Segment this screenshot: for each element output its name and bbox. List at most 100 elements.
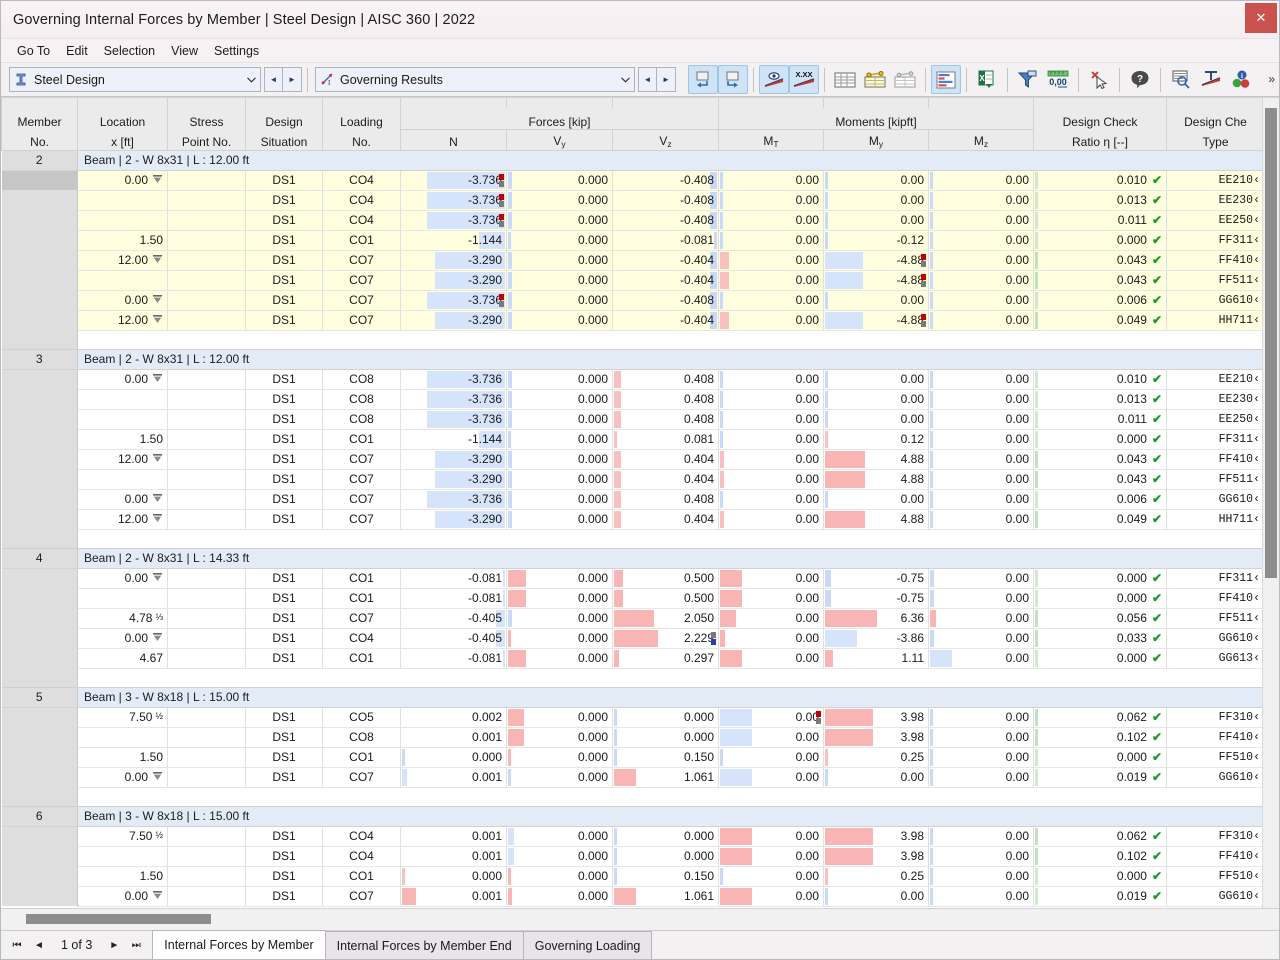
member-no-gutter[interactable] <box>1 270 78 290</box>
cell-my[interactable]: 0.00 <box>823 190 929 211</box>
cell-stress-point[interactable] <box>167 866 246 887</box>
cell-n[interactable]: -0.081 <box>400 648 507 669</box>
member-no[interactable]: 2 <box>1 149 78 171</box>
cell-vy[interactable]: 0.000 <box>506 509 613 530</box>
table-plain-icon[interactable] <box>890 65 920 94</box>
cell-design-check-type[interactable]: GG610‹ <box>1166 767 1265 788</box>
cell-mt[interactable]: 0.00 <box>718 608 824 629</box>
bar-chart-icon[interactable] <box>931 65 961 94</box>
cell-design-check-ratio[interactable]: 0.049 ✔ <box>1033 509 1167 530</box>
cell-design-situation[interactable]: DS1 <box>245 608 323 629</box>
cell-location[interactable]: 0.00 <box>77 767 168 788</box>
cell-location[interactable] <box>77 409 168 430</box>
cell-design-check-ratio[interactable]: 0.000 ✔ <box>1033 230 1167 251</box>
cell-mz[interactable]: 0.00 <box>928 628 1034 649</box>
cell-n[interactable]: -3.290 <box>400 270 507 291</box>
cell-mz[interactable]: 0.00 <box>928 190 1034 211</box>
cell-vy[interactable]: 0.000 <box>506 170 613 191</box>
cell-vz[interactable]: 1.061 <box>612 886 719 907</box>
cell-my[interactable]: 0.00 <box>823 389 929 410</box>
cell-stress-point[interactable] <box>167 826 246 847</box>
cell-loading-no[interactable]: CO4 <box>322 628 401 649</box>
cell-design-check-type[interactable]: FF511‹ <box>1166 469 1265 490</box>
cell-design-check-type[interactable]: FF410‹ <box>1166 846 1265 867</box>
cell-n[interactable]: -0.405 <box>400 608 507 629</box>
member-no-gutter[interactable] <box>1 866 78 886</box>
close-icon[interactable]: ✕ <box>1245 3 1277 33</box>
cell-vy[interactable]: 0.000 <box>506 747 613 768</box>
results-next-button[interactable]: ► <box>657 67 676 92</box>
cell-n[interactable]: -3.736 <box>400 389 507 410</box>
cell-vz[interactable]: -0.408 <box>612 190 719 211</box>
cell-location[interactable]: 7.50 ½ <box>77 826 168 847</box>
cell-vy[interactable]: 0.000 <box>506 886 613 907</box>
cell-mt[interactable]: 0.00 <box>718 449 824 470</box>
cell-my[interactable]: 0.00 <box>823 210 929 231</box>
member-no-gutter[interactable] <box>1 449 78 469</box>
cell-vz[interactable]: -0.408 <box>612 290 719 311</box>
cell-design-check-ratio[interactable]: 0.000 ✔ <box>1033 866 1167 887</box>
undo-arrow-icon[interactable] <box>688 65 718 94</box>
cell-location[interactable] <box>77 389 168 410</box>
cell-location[interactable]: 0.00 <box>77 568 168 589</box>
cell-loading-no[interactable]: CO1 <box>322 429 401 450</box>
cell-my[interactable]: 1.11 <box>823 648 929 669</box>
cell-vz[interactable]: 0.404 <box>612 449 719 470</box>
table-row[interactable]: 0.00 DS1 CO7 -3.736 0.000 -0.408 0.00 0.00 0.00 0… <box>1 290 1265 311</box>
cell-design-check-type[interactable]: EE250‹ <box>1166 409 1265 430</box>
menu-item-view[interactable]: View <box>163 42 206 60</box>
cell-stress-point[interactable] <box>167 250 246 271</box>
cell-design-check-type[interactable]: FF311‹ <box>1166 429 1265 450</box>
cell-my[interactable]: -0.75 <box>823 588 929 609</box>
cell-design-check-type[interactable]: GG610‹ <box>1166 290 1265 311</box>
cell-location[interactable]: 12.00 <box>77 449 168 470</box>
cell-n[interactable]: 0.001 <box>400 727 507 748</box>
member-no-gutter[interactable] <box>1 727 78 747</box>
cell-design-check-type[interactable]: FF410‹ <box>1166 449 1265 470</box>
toolbar-overflow-button[interactable]: » <box>1268 72 1275 86</box>
cell-mt[interactable]: 0.00 <box>718 190 824 211</box>
delete-selection-icon[interactable] <box>1084 65 1114 94</box>
decimal-places-icon[interactable]: X.XX <box>789 65 819 94</box>
table-row[interactable]: 4.78 ⅓ DS1 CO7 -0.405 0.000 2.050 0.00 6.36 0.00 0… <box>1 608 1265 629</box>
member-no-gutter[interactable] <box>1 170 78 190</box>
cell-vz[interactable]: 0.150 <box>612 747 719 768</box>
cell-stress-point[interactable] <box>167 628 246 649</box>
member-no-gutter[interactable] <box>1 429 78 449</box>
cell-vy[interactable]: 0.000 <box>506 727 613 748</box>
cell-mz[interactable]: 0.00 <box>928 866 1034 887</box>
cell-vz[interactable]: -0.404 <box>612 270 719 291</box>
cell-design-situation[interactable]: DS1 <box>245 866 323 887</box>
cell-design-check-type[interactable]: EE210‹ <box>1166 170 1265 191</box>
cell-vy[interactable]: 0.000 <box>506 648 613 669</box>
cell-location[interactable]: 12.00 <box>77 509 168 530</box>
cell-mt[interactable]: 0.00 <box>718 886 824 907</box>
member-no[interactable]: 6 <box>1 805 78 827</box>
cell-n[interactable]: 0.000 <box>400 747 507 768</box>
cell-design-check-type[interactable]: FF410‹ <box>1166 727 1265 748</box>
cell-mz[interactable]: 0.00 <box>928 826 1034 847</box>
member-group-header[interactable]: 5 Beam | 3 - W 8x18 | L : 15.00 ft <box>1 686 1265 708</box>
column-header-location[interactable]: x [ft] <box>77 129 168 151</box>
table-row[interactable]: 0.00 DS1 CO8 -3.736 0.000 0.408 0.00 0.00 0.00 0.… <box>1 369 1265 390</box>
cell-vy[interactable]: 0.000 <box>506 489 613 510</box>
table-row[interactable]: 0.00 DS1 CO7 0.001 0.000 1.061 0.00 0.00 0.00 0.0… <box>1 767 1265 788</box>
cell-mt[interactable]: 0.00 <box>718 747 824 768</box>
table-row[interactable]: 1.50 DS1 CO1 0.000 0.000 0.150 0.00 0.25 0.00 0.0… <box>1 747 1265 768</box>
cell-n[interactable]: 0.001 <box>400 826 507 847</box>
cell-design-situation[interactable]: DS1 <box>245 230 323 251</box>
chevron-down-icon[interactable] <box>242 75 260 85</box>
member-no-gutter[interactable] <box>1 747 78 767</box>
member-no[interactable]: 5 <box>1 686 78 708</box>
cell-design-check-ratio[interactable]: 0.049 ✔ <box>1033 310 1167 331</box>
cell-n[interactable]: -3.736 <box>400 290 507 311</box>
cell-vz[interactable]: -0.081 <box>612 230 719 251</box>
table-row[interactable]: 1.50 DS1 CO1 -1.144 0.000 0.081 0.00 0.12 0.00 0.… <box>1 429 1265 450</box>
cell-mt[interactable]: 0.00 <box>718 846 824 867</box>
table-row[interactable]: 12.00 DS1 CO7 -3.290 0.000 0.404 0.00 4.88 0.00 0… <box>1 509 1265 530</box>
table-row[interactable]: DS1 CO4 -3.736 0.000 -0.408 0.00 0.00 0.00 0.011… <box>1 210 1265 231</box>
cell-design-situation[interactable]: DS1 <box>245 190 323 211</box>
table-row[interactable]: DS1 CO7 -3.290 0.000 -0.404 0.00 -4.88 0.00 0.04… <box>1 270 1265 291</box>
cell-mt[interactable]: 0.00 <box>718 210 824 231</box>
cell-design-situation[interactable]: DS1 <box>245 409 323 430</box>
